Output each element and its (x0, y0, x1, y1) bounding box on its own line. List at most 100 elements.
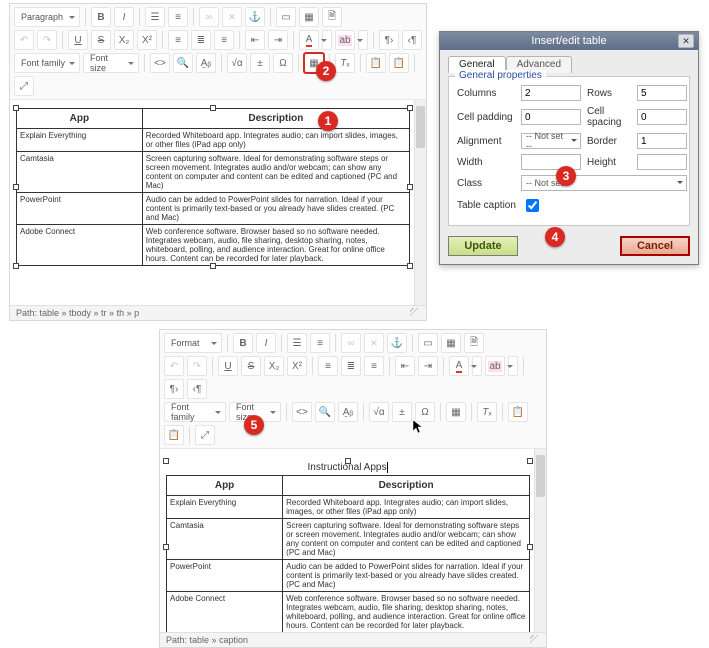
cell-app[interactable]: PowerPoint (17, 193, 143, 225)
align-center-button[interactable]: ≣ (341, 356, 361, 376)
resize-grip[interactable] (410, 308, 420, 318)
indent-button[interactable]: ⇥ (418, 356, 438, 376)
paste-button[interactable]: 📋 (366, 53, 386, 73)
table-caption-checkbox[interactable] (526, 199, 539, 212)
text-color-menu[interactable] (472, 356, 482, 376)
resize-handle[interactable] (210, 263, 216, 269)
bg-color-menu[interactable] (358, 30, 368, 50)
text-color-button[interactable]: A (299, 30, 319, 50)
align-right-button[interactable]: ≡ (364, 356, 384, 376)
height-field[interactable] (637, 154, 687, 170)
ltr-button[interactable]: ¶› (379, 30, 399, 50)
redo-button[interactable]: ↷ (187, 356, 207, 376)
border-field[interactable] (637, 133, 687, 149)
image-button[interactable]: ▭ (418, 333, 438, 353)
col-header-desc[interactable]: Description (142, 109, 409, 129)
rtl-button[interactable]: ‹¶ (402, 30, 422, 50)
cell-desc[interactable]: Screen capturing software. Ideal for dem… (142, 152, 409, 193)
image-button[interactable]: ▭ (276, 7, 296, 27)
cell-desc[interactable]: Recorded Whiteboard app. Integrates audi… (283, 496, 530, 519)
class-select[interactable]: -- Not set -- (521, 175, 687, 191)
paste-button[interactable]: 📋 (508, 402, 528, 422)
cell-desc[interactable]: Web conference software. Browser based s… (142, 225, 409, 266)
cell-desc[interactable]: Screen capturing software. Ideal for dem… (283, 519, 530, 560)
resize-handle[interactable] (527, 544, 533, 550)
cell-desc[interactable]: Audio can be added to PowerPoint slides … (142, 193, 409, 225)
equation-button[interactable]: √α (227, 53, 247, 73)
abbr-button[interactable]: A̱ᵦ (338, 402, 358, 422)
resize-handle[interactable] (163, 544, 169, 550)
anchor-button[interactable]: ⚓ (387, 333, 407, 353)
clear-format-button[interactable]: Tₓ (477, 402, 497, 422)
unlink-button[interactable]: ⨯ (364, 333, 384, 353)
media-button[interactable]: ▦ (441, 333, 461, 353)
close-icon[interactable]: ✕ (678, 34, 694, 48)
resize-handle[interactable] (407, 263, 413, 269)
resize-handle[interactable] (407, 105, 413, 111)
number-list-button[interactable]: ≡ (310, 333, 330, 353)
text-color-menu[interactable] (322, 30, 332, 50)
fullscreen-button[interactable]: ⤢ (14, 76, 34, 96)
link-button[interactable]: ∞ (341, 333, 361, 353)
resize-handle[interactable] (13, 184, 19, 190)
align-center-button[interactable]: ≣ (191, 30, 211, 50)
resize-handle[interactable] (163, 458, 169, 464)
superscript-button[interactable]: X² (137, 30, 157, 50)
cell-app[interactable]: Explain Everything (167, 496, 283, 519)
file-button[interactable]: 🗎 (464, 333, 484, 353)
cellpadding-field[interactable] (521, 109, 581, 125)
columns-field[interactable] (521, 85, 581, 101)
bold-button[interactable]: B (91, 7, 111, 27)
subscript-button[interactable]: X₂ (264, 356, 284, 376)
content-table[interactable]: App Description Explain EverythingRecord… (166, 475, 530, 632)
cell-app[interactable]: Camtasia (17, 152, 143, 193)
resize-handle[interactable] (345, 458, 351, 464)
strike-button[interactable]: S (241, 356, 261, 376)
file-button[interactable]: 🗎 (322, 7, 342, 27)
cell-app[interactable]: Explain Everything (17, 129, 143, 152)
bullet-list-button[interactable]: ☰ (145, 7, 165, 27)
table-button[interactable]: ▦ (446, 402, 466, 422)
outdent-button[interactable]: ⇤ (395, 356, 415, 376)
rows-field[interactable] (637, 85, 687, 101)
vertical-scrollbar[interactable] (414, 100, 426, 305)
html-button[interactable]: <> (292, 402, 312, 422)
cell-desc[interactable]: Recorded Whiteboard app. Integrates audi… (142, 129, 409, 152)
bg-color-button[interactable]: ab (335, 30, 355, 50)
omega-button[interactable]: Ω (273, 53, 293, 73)
cell-app[interactable]: Adobe Connect (167, 592, 283, 633)
align-right-button[interactable]: ≡ (214, 30, 234, 50)
text-color-button[interactable]: A (449, 356, 469, 376)
col-header-desc[interactable]: Description (283, 476, 530, 496)
cell-app[interactable]: PowerPoint (167, 560, 283, 592)
underline-button[interactable]: U (218, 356, 238, 376)
abbr-button[interactable]: A̱ᵦ (196, 53, 216, 73)
resize-handle[interactable] (13, 105, 19, 111)
omega-button[interactable]: Ω (415, 402, 435, 422)
strike-button[interactable]: S (91, 30, 111, 50)
vertical-scrollbar[interactable] (534, 449, 546, 632)
editor-canvas[interactable]: App Description Explain EverythingRecord… (10, 100, 426, 305)
fontfamily-select[interactable]: Font family (14, 53, 80, 73)
format-select[interactable]: Format (164, 333, 222, 353)
redo-button[interactable]: ↷ (37, 30, 57, 50)
cell-app[interactable]: Adobe Connect (17, 225, 143, 266)
charmap-button[interactable]: ± (392, 402, 412, 422)
html-button[interactable]: <> (150, 53, 170, 73)
indent-button[interactable]: ⇥ (268, 30, 288, 50)
bg-color-button[interactable]: ab (485, 356, 505, 376)
paste-word-button[interactable]: 📋 (164, 425, 184, 445)
col-header-app[interactable]: App (167, 476, 283, 496)
editor-canvas[interactable]: Instructional Apps App Description Expla… (160, 449, 546, 632)
superscript-button[interactable]: X² (287, 356, 307, 376)
resize-handle[interactable] (527, 458, 533, 464)
italic-button[interactable]: I (256, 333, 276, 353)
underline-button[interactable]: U (68, 30, 88, 50)
subscript-button[interactable]: X₂ (114, 30, 134, 50)
outdent-button[interactable]: ⇤ (245, 30, 265, 50)
cell-app[interactable]: Camtasia (167, 519, 283, 560)
cancel-button[interactable]: Cancel (620, 236, 690, 256)
cellspacing-field[interactable] (637, 109, 687, 125)
media-button[interactable]: ▦ (299, 7, 319, 27)
resize-grip[interactable] (530, 635, 540, 645)
